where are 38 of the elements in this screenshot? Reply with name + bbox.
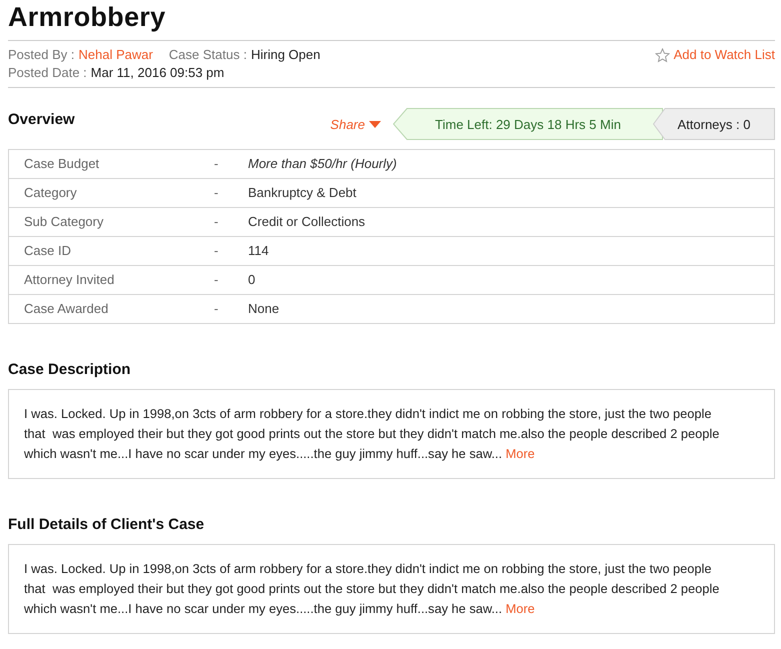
time-left-banner: Time Left: 29 Days 18 Hrs 5 Min	[393, 108, 663, 140]
watch-list-link[interactable]: Add to Watch List	[654, 46, 775, 64]
case-title: Armrobbery	[8, 1, 167, 34]
more-link[interactable]: More	[506, 601, 535, 616]
share-button[interactable]: Share	[330, 116, 381, 132]
case-description: I was. Locked. Up in 1998,on 3cts of arm robbery for a store.they didn't indict me on robbing the store, just the two people that was employed their but they got good prints out the store but they didn't match me.also the people described 2 people which wasn't me...I have no scar under my eyes.....the guy jimmy huff...say he saw... More	[24, 560, 720, 618]
attorneys-count: Attorneys : 0	[653, 108, 775, 140]
separator-dash: -	[214, 185, 218, 200]
posted-by-label: Posted By :	[8, 47, 74, 62]
poster-name: Nehal Pawar	[78, 47, 153, 62]
separator-dash: -	[214, 156, 218, 171]
star-icon	[654, 48, 670, 62]
detail-label: Category	[8, 178, 214, 208]
section-heading: Case Description	[8, 360, 132, 380]
detail-label: Case Awarded	[8, 294, 214, 324]
caret-icon	[369, 120, 381, 128]
case-description: I was. Locked. Up in 1998,on 3cts of arm robbery for a store.they didn't indict me on robbing the store, just the two people that was employed their but they got good prints out the store but they didn't match me.also the people described 2 people which wasn't me...I have no scar under my eyes.....the guy jimmy huff...say he saw... More	[24, 405, 720, 463]
separator-dash: -	[214, 272, 218, 287]
detail-label: Case Budget	[8, 150, 214, 178]
posted-date: Mar 11, 2016 09:53 pm	[90, 65, 224, 80]
separator-dash: -	[214, 301, 218, 316]
section-heading: Full Details of Client's Case	[8, 515, 206, 535]
case-status: Hiring Open	[250, 47, 320, 62]
case-status-label: Case Status :	[168, 47, 247, 62]
detail-value: More than $50/hr (Hourly)	[248, 150, 774, 178]
detail-value: 114	[248, 236, 774, 266]
more-link[interactable]: More	[506, 446, 535, 461]
detail-value: 0	[248, 266, 774, 294]
posted-date-label: Posted Date :	[8, 65, 87, 80]
detail-label: Attorney Invited	[8, 266, 214, 294]
separator-dash: -	[214, 243, 218, 258]
detail-label: Case ID	[8, 236, 214, 266]
detail-value: Bankruptcy & Debt	[248, 178, 774, 208]
overview-heading: Overview	[8, 110, 75, 128]
separator-dash: -	[214, 214, 218, 229]
detail-value: Credit or Collections	[248, 208, 774, 236]
detail-label: Sub Category	[8, 208, 214, 236]
detail-value: None	[248, 294, 774, 324]
